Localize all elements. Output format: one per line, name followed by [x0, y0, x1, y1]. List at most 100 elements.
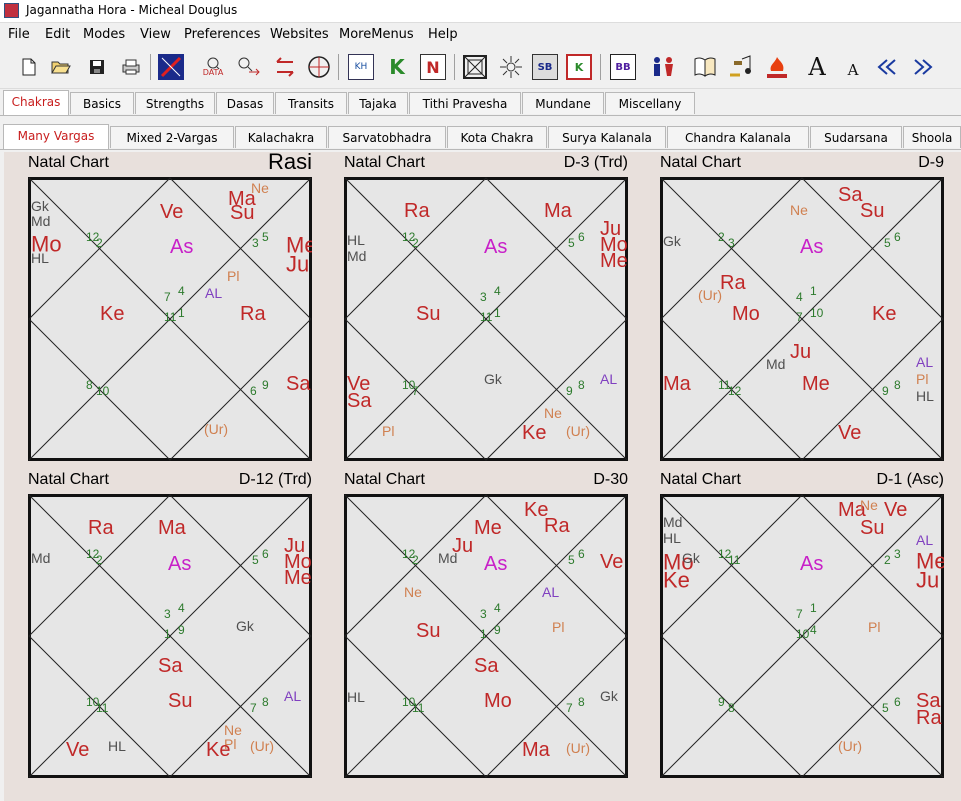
tab-chandra-kalanala[interactable]: Chandra Kalanala: [667, 126, 809, 148]
tab-sarvatobhadra[interactable]: Sarvatobhadra: [328, 126, 446, 148]
varga-chart[interactable]: 3 4111122 5 69 8107Ra MaJuMoMeHLMd AsSuGk ALVeS…: [344, 177, 628, 461]
planet-label: Su: [168, 690, 192, 712]
font-smaller-icon[interactable]: A: [840, 54, 866, 80]
tab-miscellany[interactable]: Miscellany: [605, 92, 695, 114]
book-icon[interactable]: [692, 54, 718, 80]
chart-header: Natal Chart D-9: [660, 152, 944, 174]
tab-dasas[interactable]: Dasas: [216, 92, 274, 114]
tab-sudarsana[interactable]: Sudarsana: [810, 126, 902, 148]
n-icon[interactable]: N: [420, 54, 446, 80]
planet-label: Su: [230, 202, 254, 224]
data-label: DATA: [202, 68, 224, 77]
tab-basics[interactable]: Basics: [70, 92, 134, 114]
people-icon[interactable]: [650, 54, 676, 80]
planet-label: Me: [600, 250, 628, 272]
planet-label: Ke: [872, 303, 896, 325]
grid-icon[interactable]: [462, 54, 488, 80]
house-number: 9: [718, 695, 725, 709]
tab-surya-kalanala[interactable]: Surya Kalanala: [548, 126, 666, 148]
kh-icon[interactable]: KH: [348, 54, 374, 80]
planet-label: Gk: [31, 198, 50, 214]
house-number: 1: [164, 627, 171, 641]
title-bar: Jagannatha Hora - Micheal Douglus: [0, 0, 961, 23]
house-number: 7: [250, 701, 257, 715]
tab-shoola[interactable]: Shoola: [903, 126, 961, 148]
toolbar-separator: [150, 54, 151, 80]
chart-division: D-12 (Trd): [238, 471, 312, 488]
planet-label: Sa: [286, 373, 311, 395]
tab-mundane[interactable]: Mundane: [522, 92, 604, 114]
tab-chakras[interactable]: Chakras: [3, 90, 69, 116]
menu-help[interactable]: Help: [428, 27, 458, 42]
planet-label: Ma: [663, 373, 692, 395]
new-file-icon[interactable]: [16, 54, 42, 80]
house-number: 7: [796, 310, 803, 324]
menu-edit[interactable]: Edit: [45, 27, 70, 42]
kbox-icon[interactable]: K: [566, 54, 592, 80]
tab-tajaka[interactable]: Tajaka: [348, 92, 408, 114]
tab-kota-chakra[interactable]: Kota Chakra: [447, 126, 547, 148]
toolbar-separator: [454, 54, 455, 80]
chart-division: D-3 (Trd): [563, 154, 628, 171]
house-number: 5: [252, 553, 259, 567]
chart-header: Natal Chart Rasi: [28, 149, 312, 174]
chart-pen-icon[interactable]: [158, 54, 184, 80]
varga-chart[interactable]: 7 4111122 3 56 98 10MaNeVe SuGkMdMoHLAs MeJuPlA…: [28, 177, 312, 461]
planet-label: Gk: [236, 618, 255, 634]
sun-icon[interactable]: [498, 54, 524, 80]
planet-label: Me: [802, 373, 830, 395]
tab-many-vargas[interactable]: Many Vargas: [3, 124, 109, 150]
next-icon[interactable]: [910, 54, 936, 80]
k-icon[interactable]: K: [384, 54, 410, 80]
planet-label: HL: [108, 738, 126, 754]
data-icon[interactable]: DATA: [200, 54, 226, 80]
music-icon[interactable]: [728, 54, 754, 80]
house-number: 3: [252, 236, 259, 250]
tab-transits[interactable]: Transits: [275, 92, 347, 114]
planet-label: Md: [766, 356, 785, 372]
house-number: 4: [810, 623, 817, 637]
house-number: 2: [718, 230, 725, 244]
planet-label: Pl: [868, 619, 880, 635]
transfer-icon[interactable]: [272, 54, 298, 80]
sb-icon[interactable]: SB: [532, 54, 558, 80]
house-number: 7: [566, 701, 573, 715]
prev-icon[interactable]: [874, 54, 900, 80]
charts-panel: Natal Chart Rasi 7 4 1 11 12 2 3 5 6 9 8 10 Ma Ne Ve Su Gk…: [4, 149, 961, 801]
open-folder-icon[interactable]: [48, 54, 74, 80]
tab-mixed-2-vargas[interactable]: Mixed 2-Vargas: [110, 126, 234, 148]
planet-label: Ma: [544, 200, 573, 222]
house-number: 8: [86, 378, 93, 392]
menu-view[interactable]: View: [140, 27, 171, 42]
menu-file[interactable]: File: [8, 27, 30, 42]
menu-preferences[interactable]: Preferences: [184, 27, 260, 42]
planet-label: As: [484, 236, 507, 258]
tab-kalachakra[interactable]: Kalachakra: [235, 126, 327, 148]
chart-name: Natal Chart: [660, 154, 741, 171]
house-number: 6: [894, 230, 901, 244]
chart-header: Natal Chart D-1 (Asc): [660, 469, 944, 491]
house-number: 8: [578, 695, 585, 709]
compare-icon[interactable]: [236, 54, 262, 80]
planet-label: (Ur): [566, 423, 590, 439]
fire-icon[interactable]: [764, 54, 790, 80]
varga-chart[interactable]: 4 11072 3 5 69 81112SaSuNeGk AsRa(Ur)Mo KeJuMdM…: [660, 177, 944, 461]
font-larger-icon[interactable]: A: [804, 53, 830, 81]
house-number: 10: [796, 627, 810, 641]
save-icon[interactable]: [84, 54, 110, 80]
tab-tithi-pravesha[interactable]: Tithi Pravesha: [409, 92, 521, 114]
menu-modes[interactable]: Modes: [83, 27, 125, 42]
planet-label: Sa: [158, 655, 183, 677]
planet-label: (Ur): [698, 287, 722, 303]
chart-header: Natal Chart D-3 (Trd): [344, 152, 628, 174]
varga-chart[interactable]: 3 491122 5 67 81011KeRaMeJuMd As VeNe ALSu PlSaM…: [344, 494, 628, 778]
menu-moremenus[interactable]: MoreMenus: [339, 27, 414, 42]
menu-websites[interactable]: Websites: [270, 27, 329, 42]
varga-chart[interactable]: 3 491122 5 67 81011Ra MaMd AsJuMoMeGkSaSu ALNeP…: [28, 494, 312, 778]
house-number: 1: [494, 306, 501, 320]
tab-strengths[interactable]: Strengths: [135, 92, 215, 114]
bb-icon[interactable]: BB: [610, 54, 636, 80]
globe-icon[interactable]: [306, 54, 332, 80]
varga-chart[interactable]: 7 14101211 2 35 69 8MaNe VeSuMdHLMoGkKeAsALMeJ…: [660, 494, 944, 778]
print-icon[interactable]: [118, 54, 144, 80]
